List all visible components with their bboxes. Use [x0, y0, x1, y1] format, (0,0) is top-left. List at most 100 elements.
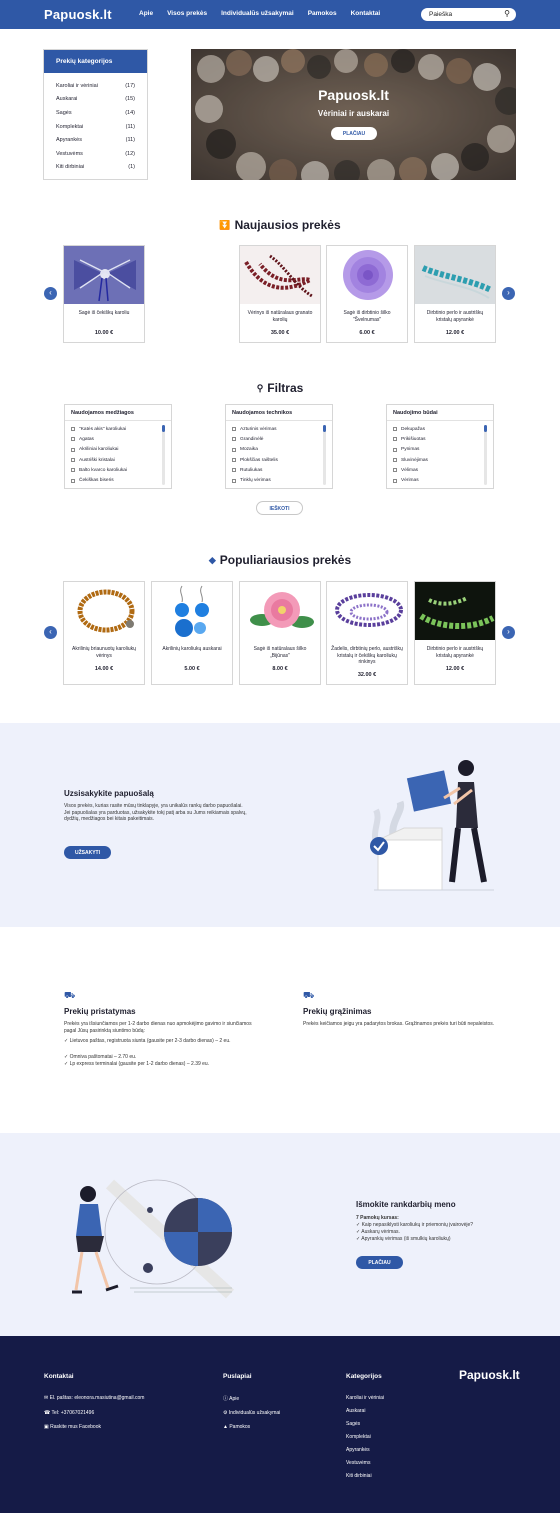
filter-checkbox[interactable]: Balto kvarco karoliukai: [65, 465, 171, 475]
footer-category-link[interactable]: Auskarai: [346, 1408, 365, 1414]
filter-checkbox[interactable]: Akriliniai karoliukai: [65, 445, 171, 455]
filter-checkbox[interactable]: Grandinėlė: [226, 434, 332, 444]
footer-facebook[interactable]: ▣ Raskite mus Facebook: [44, 1424, 101, 1430]
order-button[interactable]: UŽSAKYTI: [64, 846, 111, 859]
product-image: [64, 582, 144, 640]
nav-pamokos[interactable]: Pamokos: [308, 10, 337, 17]
filter-checkbox[interactable]: Plokščias raištelis: [226, 455, 332, 465]
product-price: 8.00 €: [272, 666, 288, 672]
footer-page-link[interactable]: ⓘ Apie: [223, 1395, 239, 1402]
newest-title-text: Naujausios prekės: [234, 218, 341, 232]
facebook-icon: ▣: [44, 1424, 49, 1430]
search-icon: ⚲: [256, 383, 264, 393]
product-card[interactable]: Sagė iš natūralaus šilko „Bijūnas" 8.00 …: [239, 581, 321, 685]
learn-illustration: [72, 1179, 235, 1299]
footer-category-link[interactable]: Kiti dirbiniai: [346, 1473, 372, 1479]
category-item[interactable]: Auskarai (15): [44, 93, 147, 107]
product-card[interactable]: Sagė iš dirbtinio šilko "Švelnumas" 6.00…: [326, 245, 408, 343]
filter-option-label: Akriliniai karoliukai: [79, 447, 119, 453]
product-name: Akrilinių karoliukų auskarai: [162, 646, 222, 652]
product-price: 5.00 €: [184, 666, 200, 672]
filter-checkbox[interactable]: Čekiškas biseris: [65, 475, 171, 485]
product-card[interactable]: Žadelis, dirbtinių perlo, austriškų kris…: [326, 581, 408, 685]
filter-checkbox[interactable]: Austriški kristalai: [65, 455, 171, 465]
filter-checkbox[interactable]: Agatas: [65, 434, 171, 444]
category-name: Auskarai: [56, 96, 78, 103]
delivery-option: ✓ Lp express terminalai (gausite per 1-2…: [64, 1061, 210, 1067]
product-card[interactable]: Akrilinių briaunuotų karoliukų vėrinys 1…: [63, 581, 145, 685]
popular-title-text: Populiariausios prekės: [219, 553, 352, 567]
category-count: (17): [125, 82, 135, 89]
filter-checkbox[interactable]: Vėrimas: [387, 475, 493, 485]
filter-checkbox[interactable]: Sluvinėjimas: [387, 455, 493, 465]
footer-category-link[interactable]: Sagės: [346, 1421, 360, 1427]
filter-checkbox[interactable]: Mozaika: [226, 445, 332, 455]
filter-checkbox[interactable]: Azturinis vėrimas: [226, 424, 332, 434]
product-price: 32.00 €: [357, 672, 377, 678]
product-name: Sagė iš čekiškų karoliu: [78, 310, 130, 316]
truck-icon: ⛟: [64, 990, 76, 1000]
footer-page-link[interactable]: ⚙ Individualūs užsakymai: [223, 1410, 280, 1416]
filter-option-label: "Katės akis" karoliukai: [79, 426, 127, 432]
footer-email[interactable]: ✉ El. paštas: eleonora.masiutina@gmail.c…: [44, 1395, 144, 1401]
footer-category-link[interactable]: Vestuvėms: [346, 1460, 370, 1466]
nav-kontaktai[interactable]: Kontaktai: [351, 10, 381, 17]
product-card[interactable]: Dirbtinio perlo ir austriškų kristalų ap…: [414, 581, 496, 685]
category-item[interactable]: Sagės (14): [44, 106, 147, 120]
nav-individualus[interactable]: Individualūs užsakymai: [221, 10, 294, 17]
category-name: Komplektai: [56, 123, 84, 130]
footer-page-label: Pamokos: [229, 1424, 251, 1430]
product-name: Vėrinys iš natūralaus granato karolių: [247, 310, 313, 323]
filter-scrollbar[interactable]: [323, 425, 326, 485]
filter-checkbox[interactable]: Tinklų vėrimas: [226, 475, 332, 485]
order-title: Uzsisakykite papuošalą: [64, 789, 154, 798]
filter-option-label: Plokščias raištelis: [240, 457, 278, 463]
product-price: 12.00 €: [445, 330, 465, 336]
search-icon[interactable]: ⚲: [504, 9, 510, 18]
learn-item: ✓ Kaip nepasiklysti karoliukų ir priemon…: [356, 1222, 474, 1228]
filter-option-label: Rutuliukas: [240, 467, 263, 473]
footer-category-link[interactable]: Apyrankės: [346, 1447, 370, 1453]
footer-category-link[interactable]: Karoliai ir vėriniai: [346, 1395, 384, 1401]
product-name: Akrilinių briaunuotų karoliukų vėrinys: [72, 646, 136, 659]
product-name: Sagė iš dirbtinio šilko "Švelnumas": [343, 310, 391, 323]
hero-more-button[interactable]: PLAČIAU: [331, 127, 377, 140]
newest-prev-arrow[interactable]: ‹: [44, 287, 57, 300]
site-logo[interactable]: Papuosk.lt: [44, 7, 112, 22]
filter-search-button[interactable]: IEŠKOTI: [256, 501, 303, 515]
search-input[interactable]: Paieška ⚲: [421, 8, 516, 21]
product-image: [240, 582, 320, 640]
product-card[interactable]: Dirbtinio perlo ir austriškų kristalų ap…: [414, 245, 496, 343]
learn-more-button[interactable]: PLAČIAU: [356, 1256, 403, 1269]
newest-next-arrow[interactable]: ›: [502, 287, 515, 300]
footer-category-link[interactable]: Komplektai: [346, 1434, 371, 1440]
category-item[interactable]: Kiti dirbiniai (1): [44, 161, 147, 175]
category-name: Vestuvėms: [56, 150, 83, 157]
nav-visos-prekes[interactable]: Visos prekės: [167, 10, 207, 17]
category-item[interactable]: Komplektai (11): [44, 120, 147, 134]
category-list-title: Prekių kategorijos: [44, 50, 147, 73]
filter-checkbox[interactable]: "Katės akis" karoliukai: [65, 424, 171, 434]
category-item[interactable]: Karoliai ir vėriniai (17): [44, 79, 147, 93]
nav-apie[interactable]: Apie: [139, 10, 153, 17]
filter-checkbox[interactable]: Vėlimas: [387, 465, 493, 475]
popular-prev-arrow[interactable]: ‹: [44, 626, 57, 639]
category-list: Prekių kategorijos Karoliai ir vėriniai (…: [43, 49, 148, 180]
popular-next-arrow[interactable]: ›: [502, 626, 515, 639]
footer-phone[interactable]: ☎ Tel: +37067021496: [44, 1410, 94, 1416]
filter-scrollbar[interactable]: [484, 425, 487, 485]
product-card[interactable]: Akrilinių karoliukų auskarai 5.00 €: [151, 581, 233, 685]
product-image: [327, 246, 407, 304]
filter-scrollbar[interactable]: [162, 425, 165, 485]
product-card[interactable]: Sagė iš čekiškų karoliu 10.00 €: [63, 245, 145, 343]
filter-checkbox[interactable]: Pynimas: [387, 445, 493, 455]
category-item[interactable]: Vestuvėms (12): [44, 147, 147, 161]
category-item[interactable]: Apyrankės (11): [44, 133, 147, 147]
filter-checkbox[interactable]: Rutuliukas: [226, 465, 332, 475]
category-count: (12): [125, 150, 135, 157]
product-card[interactable]: Vėrinys iš natūralaus granato karolių 35…: [239, 245, 321, 343]
footer-logo[interactable]: Papuosk.lt: [459, 1368, 520, 1382]
filter-checkbox[interactable]: Dekupažas: [387, 424, 493, 434]
filter-checkbox[interactable]: Prikišiuotas: [387, 434, 493, 444]
footer-page-link[interactable]: ▲ Pamokos: [223, 1424, 250, 1430]
